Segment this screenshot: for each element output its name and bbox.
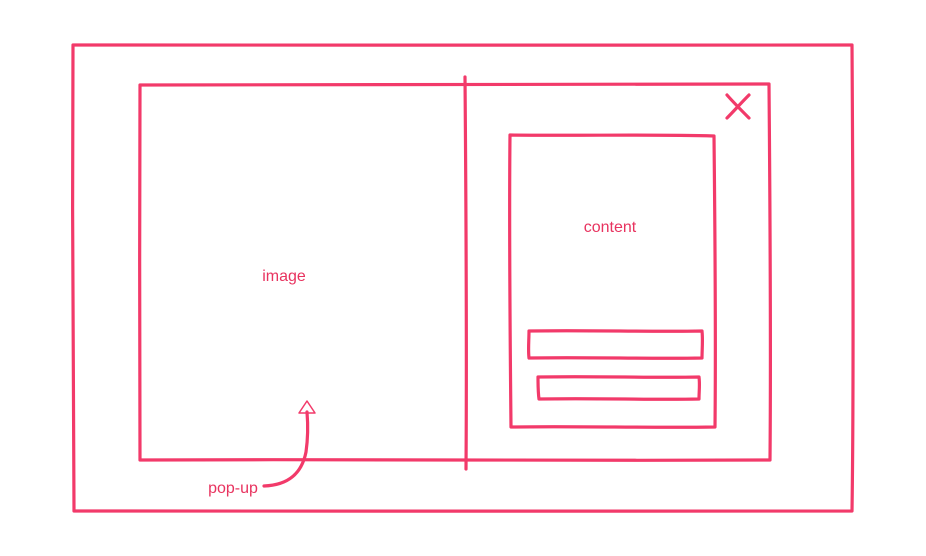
- pane-divider: [463, 75, 469, 471]
- close-icon[interactable]: [725, 93, 751, 120]
- image-label: image: [262, 268, 306, 285]
- content-label: content: [584, 219, 637, 236]
- popup-label: pop-up: [208, 480, 258, 497]
- input-field[interactable]: [526, 329, 705, 360]
- content-card: [507, 133, 718, 429]
- popup-frame: [137, 82, 773, 462]
- page-frame: [70, 43, 855, 513]
- arrow-up-icon: [262, 400, 316, 488]
- wireframe-diagram: image content pop-up: [70, 43, 855, 513]
- submit-button[interactable]: [536, 375, 702, 401]
